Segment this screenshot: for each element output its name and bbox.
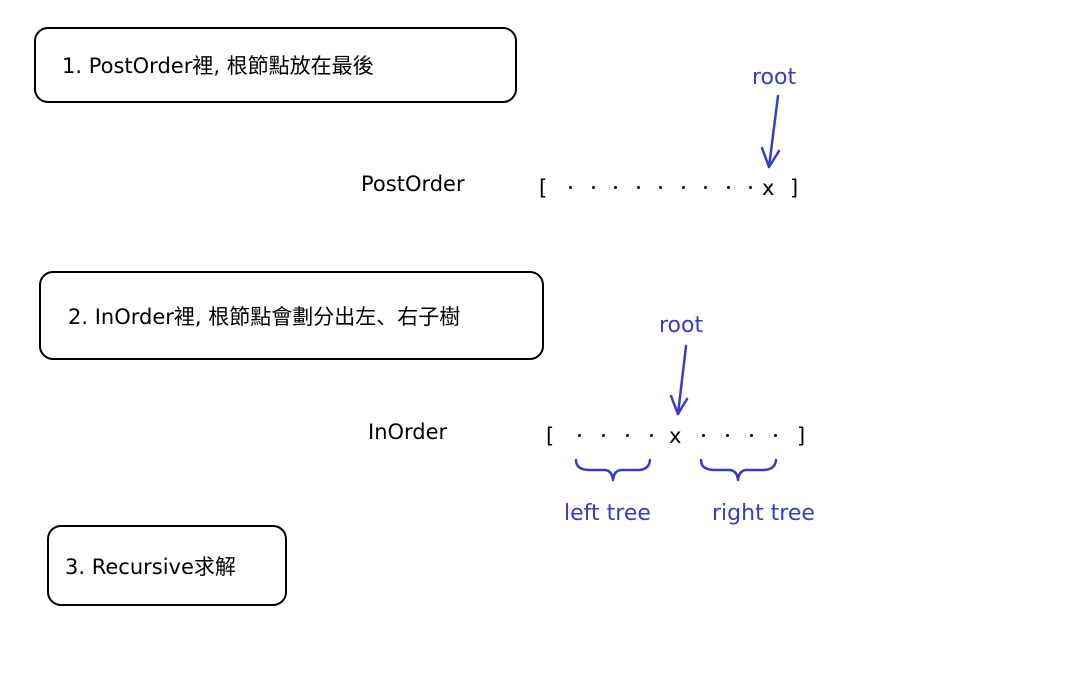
annotation-overlay [574, 94, 781, 482]
right-tree-brace [699, 458, 778, 482]
left-tree-brace [574, 458, 652, 482]
